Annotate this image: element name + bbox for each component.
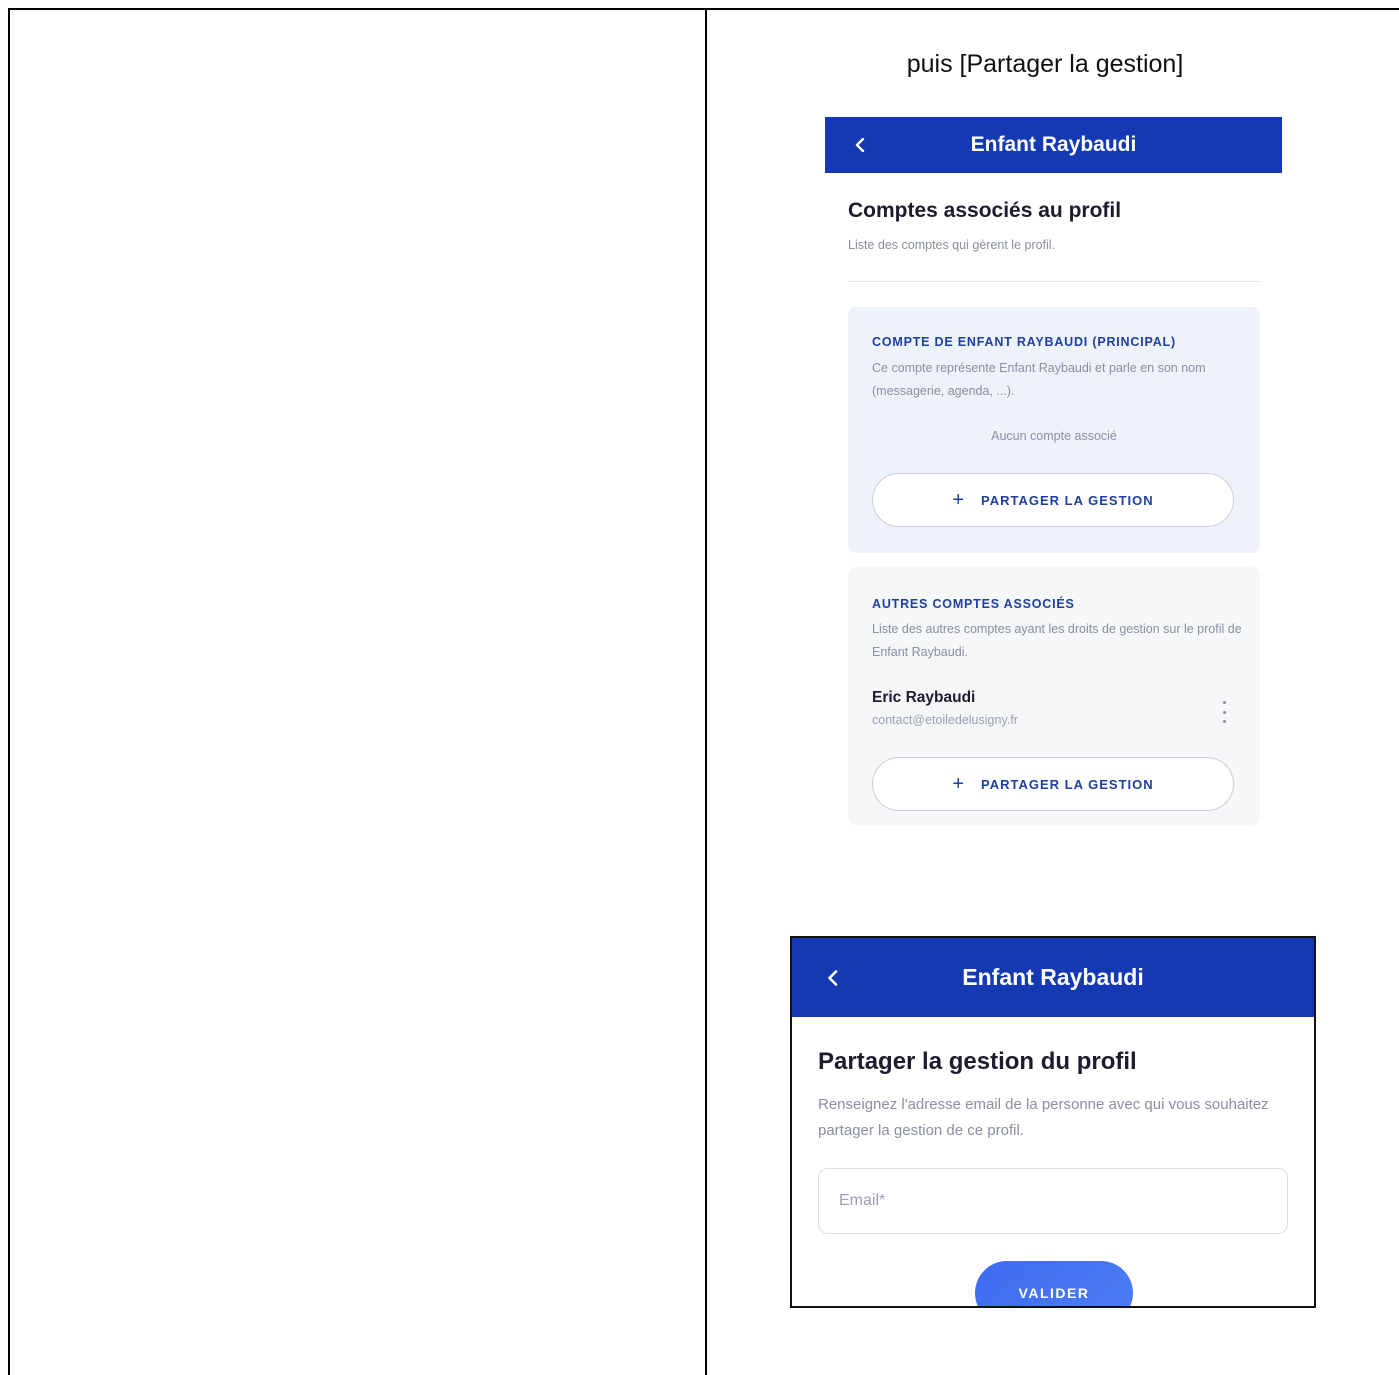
app-header: Enfant Raybaudi: [792, 938, 1314, 1017]
page-title: Partager la gestion du profil: [818, 1048, 1137, 1075]
header-title: Enfant Raybaudi: [970, 133, 1137, 156]
principal-card-description: Ce compte représente Enfant Raybaudi et …: [872, 361, 1206, 398]
page-title: Comptes associés au profil: [848, 199, 1122, 222]
chevron-left-icon: [855, 138, 865, 152]
member-email: contact@etoiledelusigny.fr: [872, 713, 1018, 727]
table-left-border: [8, 8, 10, 1375]
page-subtitle: Renseignez l'adresse email de la personn…: [818, 1096, 1269, 1139]
app-header: Enfant Raybaudi: [825, 117, 1282, 173]
other-accounts-card: AUTRES COMPTES ASSOCIÉS Liste des autres…: [848, 567, 1260, 825]
header-title: Enfant Raybaudi: [962, 964, 1144, 990]
share-management-screen: Enfant Raybaudi Partager la gestion du p…: [790, 936, 1316, 1308]
chevron-left-icon: [827, 969, 838, 986]
plus-icon: +: [952, 488, 966, 511]
empty-state-text: Aucun compte associé: [991, 429, 1117, 443]
member-name: Eric Raybaudi: [872, 689, 976, 706]
back-button[interactable]: [792, 938, 872, 1017]
share-button-label: PARTAGER LA GESTION: [981, 492, 1154, 508]
table-top-border: [8, 8, 1399, 10]
page-subtitle: Liste des comptes qui gèrent le profil.: [848, 238, 1056, 252]
email-field[interactable]: [818, 1168, 1288, 1234]
principal-account-card: COMPTE DE ENFANT RAYBAUDI (PRINCIPAL) Ce…: [848, 307, 1260, 553]
share-management-button[interactable]: + PARTAGER LA GESTION: [872, 473, 1234, 527]
other-card-description: Liste des autres comptes ayant les droit…: [872, 622, 1242, 659]
principal-card-label: COMPTE DE ENFANT RAYBAUDI (PRINCIPAL): [872, 335, 1176, 349]
step-caption: puis [Partager la gestion]: [906, 50, 1184, 78]
table-column-divider: [705, 8, 707, 1375]
plus-icon: +: [952, 772, 966, 795]
divider: [848, 281, 1260, 282]
share-button-label: PARTAGER LA GESTION: [981, 776, 1154, 792]
more-options-icon[interactable]: [1214, 701, 1234, 723]
other-card-label: AUTRES COMPTES ASSOCIÉS: [872, 597, 1075, 611]
associated-accounts-screen: Enfant Raybaudi Comptes associés au prof…: [825, 117, 1282, 827]
share-management-button[interactable]: + PARTAGER LA GESTION: [872, 757, 1234, 811]
validate-button[interactable]: VALIDER: [975, 1261, 1133, 1306]
back-button[interactable]: [825, 117, 895, 173]
